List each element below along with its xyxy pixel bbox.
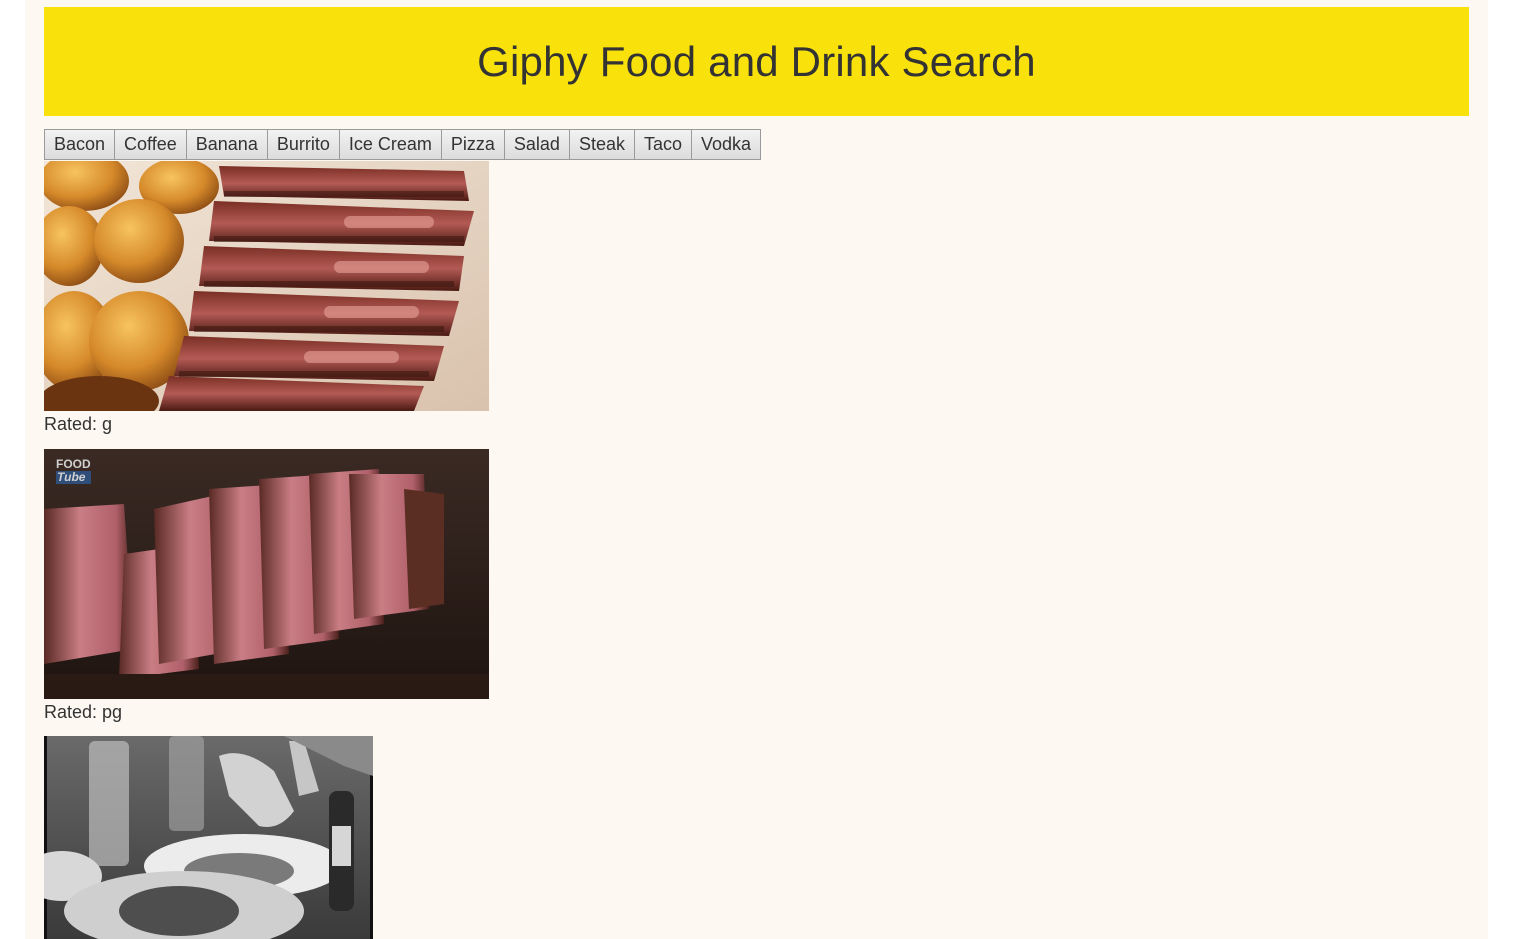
food-button-coffee[interactable]: Coffee [114, 129, 187, 160]
food-button-banana[interactable]: Banana [185, 129, 268, 160]
rating-label: Rated: pg [44, 702, 123, 722]
food-button-burrito[interactable]: Burrito [266, 129, 340, 160]
gif-image[interactable]: FOOD Tube [44, 449, 489, 699]
header-banner: Giphy Food and Drink Search [44, 7, 1469, 116]
gif-image[interactable] [44, 161, 489, 411]
food-button-bacon[interactable]: Bacon [44, 129, 116, 160]
page-title: Giphy Food and Drink Search [477, 37, 1036, 85]
food-tube-watermark: FOOD Tube [56, 457, 91, 484]
gif-result: Rated: g [44, 161, 489, 435]
gif-result [44, 736, 373, 939]
food-button-ice-cream[interactable]: Ice Cream [338, 129, 442, 160]
gif-result: FOOD Tube Rated: pg [44, 449, 489, 723]
food-button-vodka[interactable]: Vodka [691, 129, 762, 160]
food-button-steak[interactable]: Steak [568, 129, 635, 160]
food-button-row: Bacon Coffee Banana Burrito Ice Cream Pi… [44, 129, 762, 160]
food-button-taco[interactable]: Taco [633, 129, 692, 160]
gif-image[interactable] [44, 736, 373, 939]
food-button-pizza[interactable]: Pizza [440, 129, 505, 160]
page-container: Giphy Food and Drink Search Bacon Coffee… [25, 0, 1488, 939]
food-button-salad[interactable]: Salad [503, 129, 570, 160]
rating-label: Rated: g [44, 414, 113, 434]
